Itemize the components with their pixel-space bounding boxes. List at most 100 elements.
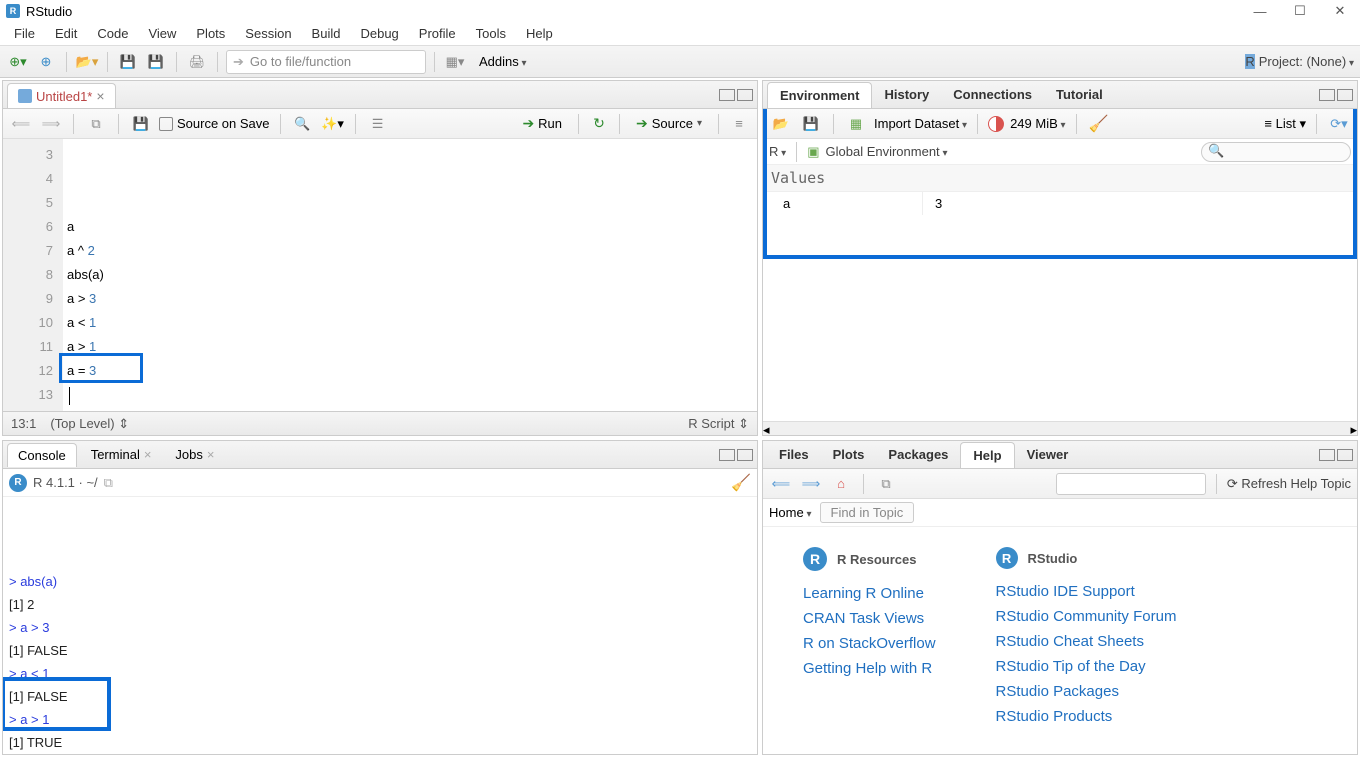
tab-environment[interactable]: Environment (767, 82, 872, 108)
pane-max-icon[interactable] (1337, 449, 1353, 461)
tab-plots[interactable]: Plots (821, 442, 877, 467)
help-back-icon[interactable]: ⟸ (769, 472, 793, 496)
code-line[interactable]: a = 3 (67, 359, 753, 383)
help-link[interactable]: RStudio Products (996, 708, 1177, 725)
grid-icon[interactable]: ▦▾ (443, 50, 467, 74)
help-fwd-icon[interactable]: ⟹ (799, 472, 823, 496)
code-line[interactable]: a > 1 (67, 335, 753, 359)
scope-indicator[interactable]: (Top Level) ⇕ (50, 416, 129, 432)
tab-packages[interactable]: Packages (876, 442, 960, 467)
refresh-env-icon[interactable]: ⟳▾ (1327, 112, 1351, 136)
code-editor[interactable]: 345678910111213 aa ^ 2abs(a)a > 3a < 1a … (3, 139, 757, 411)
menu-view[interactable]: View (138, 26, 186, 41)
pane-min-icon[interactable] (719, 449, 735, 461)
help-link[interactable]: Learning R Online (803, 585, 936, 602)
popout-help-icon[interactable]: ⧉ (874, 472, 898, 496)
menu-session[interactable]: Session (235, 26, 301, 41)
code-line[interactable] (67, 383, 753, 407)
save-workspace-icon[interactable]: 💾 (799, 112, 823, 136)
pane-min-icon[interactable] (1319, 89, 1335, 101)
home-icon[interactable]: ⌂ (829, 472, 853, 496)
maximize-button[interactable]: ☐ (1280, 0, 1320, 22)
open-file-icon[interactable]: 📂▾ (75, 50, 99, 74)
help-link[interactable]: CRAN Task Views (803, 610, 936, 627)
code-line[interactable]: a > 3 (67, 287, 753, 311)
scope-selector[interactable]: Global Environment (826, 144, 948, 159)
tab-jobs[interactable]: Jobs × (165, 443, 224, 466)
menu-tools[interactable]: Tools (466, 26, 516, 41)
tab-tutorial[interactable]: Tutorial (1044, 82, 1115, 107)
project-menu[interactable]: Project: (None) (1259, 54, 1354, 69)
menu-debug[interactable]: Debug (350, 26, 408, 41)
help-link[interactable]: RStudio Community Forum (996, 608, 1177, 625)
tab-terminal[interactable]: Terminal × (81, 443, 162, 466)
save-all-icon[interactable]: 💾 (144, 50, 168, 74)
outline-icon[interactable]: ☰ (366, 112, 390, 136)
clear-workspace-icon[interactable]: 🧹 (1087, 112, 1111, 136)
help-link[interactable]: RStudio IDE Support (996, 583, 1177, 600)
pane-max-icon[interactable] (737, 449, 753, 461)
code-line[interactable]: a < 1 (67, 311, 753, 335)
menu-help[interactable]: Help (516, 26, 563, 41)
help-link[interactable]: RStudio Packages (996, 683, 1177, 700)
help-home-menu[interactable]: Home (769, 505, 812, 520)
goto-file-input[interactable]: ➔ Go to file/function (226, 50, 426, 74)
code-line[interactable]: a ^ 2 (67, 239, 753, 263)
menu-code[interactable]: Code (87, 26, 138, 41)
source-button[interactable]: ➔Source (628, 113, 710, 134)
run-button[interactable]: ➔Run (514, 113, 570, 134)
pane-min-icon[interactable] (1319, 449, 1335, 461)
show-in-new-icon[interactable]: ⧉ (84, 112, 108, 136)
minimize-button[interactable]: — (1240, 0, 1280, 22)
source-on-save-checkbox[interactable]: Source on Save (159, 116, 270, 131)
nav-fwd-icon[interactable]: ⟹ (39, 112, 63, 136)
help-link[interactable]: RStudio Cheat Sheets (996, 633, 1177, 650)
find-in-topic-input[interactable]: Find in Topic (820, 502, 915, 523)
tab-connections[interactable]: Connections (941, 82, 1044, 107)
close-tab-icon[interactable]: × (96, 88, 104, 104)
save-icon[interactable]: 💾 (116, 50, 140, 74)
source-tab[interactable]: Untitled1* × (7, 83, 116, 108)
code-line[interactable]: abs(a) (67, 263, 753, 287)
tab-viewer[interactable]: Viewer (1015, 442, 1081, 467)
new-project-icon[interactable]: ⊕ (34, 50, 58, 74)
help-search-input[interactable] (1056, 473, 1206, 495)
env-variable-row[interactable]: a 3 (763, 192, 1357, 215)
menu-plots[interactable]: Plots (186, 26, 235, 41)
addins-menu[interactable]: Addins (471, 54, 527, 69)
close-button[interactable]: ✕ (1320, 0, 1360, 22)
console-output[interactable]: > abs(a)[1] 2> a > 3[1] FALSE> a < 1[1] … (3, 497, 757, 754)
tab-files[interactable]: Files (767, 442, 821, 467)
nav-back-icon[interactable]: ⟸ (9, 112, 33, 136)
env-search-input[interactable]: 🔍 (1201, 142, 1351, 162)
code-line[interactable]: a (67, 215, 753, 239)
save-source-icon[interactable]: 💾 (129, 112, 153, 136)
list-view-toggle[interactable]: ≡ List ▾ (1264, 116, 1306, 132)
tab-history[interactable]: History (872, 82, 941, 107)
tab-help[interactable]: Help (960, 442, 1014, 468)
tab-console[interactable]: Console (7, 443, 77, 467)
refresh-help-button[interactable]: ⟳ Refresh Help Topic (1227, 476, 1351, 492)
help-link[interactable]: R on StackOverflow (803, 635, 936, 652)
open-wd-icon[interactable]: ⧉ (104, 475, 113, 491)
print-icon[interactable]: 🖨 (185, 50, 209, 74)
help-link[interactable]: RStudio Tip of the Day (996, 658, 1177, 675)
import-dataset-menu[interactable]: Import Dataset (874, 116, 967, 131)
wand-icon[interactable]: ✨▾ (321, 112, 345, 136)
clear-console-icon[interactable]: 🧹 (731, 473, 751, 493)
lang-selector[interactable]: R (769, 144, 786, 159)
sections-icon[interactable]: ≡ (727, 112, 751, 136)
help-link[interactable]: Getting Help with R (803, 660, 936, 677)
menu-profile[interactable]: Profile (409, 26, 466, 41)
pane-max-icon[interactable] (737, 89, 753, 101)
pane-min-icon[interactable] (719, 89, 735, 101)
menu-build[interactable]: Build (302, 26, 351, 41)
pane-max-icon[interactable] (1337, 89, 1353, 101)
new-file-icon[interactable]: ⊕▾ (6, 50, 30, 74)
find-icon[interactable]: 🔍 (291, 112, 315, 136)
menu-edit[interactable]: Edit (45, 26, 87, 41)
menu-file[interactable]: File (4, 26, 45, 41)
load-workspace-icon[interactable]: 📂 (769, 112, 793, 136)
rerun-icon[interactable]: ↻ (587, 112, 611, 136)
memory-usage[interactable]: 249 MiB (1010, 116, 1066, 131)
